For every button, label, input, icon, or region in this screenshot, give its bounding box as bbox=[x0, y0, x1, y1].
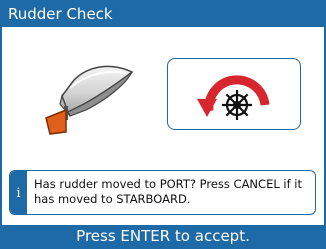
page-title: Rudder Check bbox=[2, 2, 324, 27]
footer-instruction: Press ENTER to accept. bbox=[2, 225, 324, 247]
info-icon: i bbox=[10, 171, 27, 214]
info-message-box: i Has rudder moved to PORT? Press CANCEL… bbox=[9, 170, 316, 215]
boat-with-rudder-icon bbox=[40, 54, 140, 136]
helm-panel bbox=[167, 58, 301, 130]
rudder-check-screen: Rudder Check i Has rudder moved to PORT?… bbox=[0, 0, 326, 249]
info-message: Has rudder moved to PORT? Press CANCEL i… bbox=[34, 177, 302, 206]
helm-wheel-turn-port-icon bbox=[197, 75, 270, 120]
